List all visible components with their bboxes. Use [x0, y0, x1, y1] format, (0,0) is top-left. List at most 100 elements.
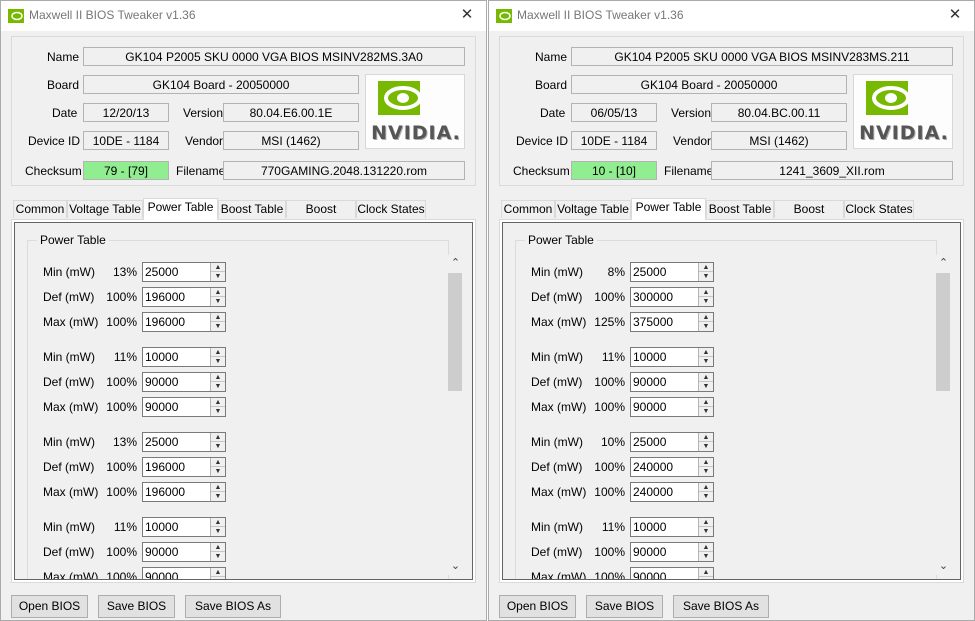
- scroll-down-icon[interactable]: ⌄: [935, 558, 952, 575]
- spin-up-icon[interactable]: ▲: [211, 433, 225, 442]
- power-value-stepper[interactable]: 90000 ▲▼: [142, 567, 226, 579]
- stepper-value[interactable]: 90000: [633, 400, 666, 414]
- power-value-stepper[interactable]: 196000 ▲ ▼: [142, 457, 226, 477]
- tab-boost-table[interactable]: Boost Table: [218, 200, 286, 218]
- scroll-up-icon[interactable]: ⌃: [935, 255, 952, 272]
- stepper-value[interactable]: 90000: [145, 375, 178, 389]
- spin-up-icon[interactable]: ▲: [211, 263, 225, 272]
- spin-down-icon[interactable]: ▼: [699, 552, 713, 561]
- tab-boost-states[interactable]: Boost States: [774, 200, 844, 233]
- close-icon[interactable]: ✕: [944, 4, 966, 26]
- spin-up-icon[interactable]: ▲: [211, 373, 225, 382]
- save-bios-button[interactable]: Save BIOS: [586, 595, 663, 618]
- spin-up-icon[interactable]: ▲: [211, 543, 225, 552]
- close-icon[interactable]: ✕: [456, 4, 478, 26]
- open-bios-button[interactable]: Open BIOS: [499, 595, 576, 618]
- power-value-stepper[interactable]: 90000 ▲▼: [142, 372, 226, 392]
- spin-up-icon[interactable]: ▲: [699, 288, 713, 297]
- stepper-value[interactable]: 90000: [145, 570, 178, 579]
- spin-up-icon[interactable]: ▲: [211, 398, 225, 407]
- power-value-stepper[interactable]: 375000 ▲ ▼: [630, 312, 714, 332]
- stepper-value[interactable]: 196000: [145, 290, 185, 304]
- spin-up-icon[interactable]: ▲: [211, 483, 225, 492]
- open-bios-button[interactable]: Open BIOS: [11, 595, 88, 618]
- spin-down-icon[interactable]: ▼: [699, 357, 713, 366]
- spin-up-icon[interactable]: ▲: [699, 568, 713, 577]
- spin-down-icon[interactable]: ▼: [699, 272, 713, 281]
- power-value-stepper[interactable]: 240000 ▲ ▼: [630, 457, 714, 477]
- save-bios-as-button[interactable]: Save BIOS As: [673, 595, 769, 618]
- power-value-stepper[interactable]: 90000 ▲▼: [630, 372, 714, 392]
- power-value-stepper[interactable]: 300000 ▲ ▼: [630, 287, 714, 307]
- power-value-stepper[interactable]: 196000 ▲ ▼: [142, 287, 226, 307]
- power-value-stepper[interactable]: 10000 ▲ ▼: [630, 347, 714, 367]
- spin-down-icon[interactable]: ▼: [211, 407, 225, 416]
- spin-down-icon[interactable]: ▼: [699, 322, 713, 331]
- stepper-value[interactable]: 300000: [633, 290, 673, 304]
- spin-down-icon[interactable]: ▼: [699, 527, 713, 536]
- stepper-value[interactable]: 196000: [145, 460, 185, 474]
- power-value-stepper[interactable]: 25000 ▲ ▼: [142, 262, 226, 282]
- stepper-value[interactable]: 90000: [633, 375, 666, 389]
- power-value-stepper[interactable]: 240000 ▲ ▼: [630, 482, 714, 502]
- stepper-value[interactable]: 10000: [145, 350, 178, 364]
- spin-down-icon[interactable]: ▼: [211, 382, 225, 391]
- power-value-stepper[interactable]: 90000 ▲▼: [142, 397, 226, 417]
- scrollbar-thumb[interactable]: [936, 273, 950, 391]
- spin-down-icon[interactable]: ▼: [211, 552, 225, 561]
- spin-down-icon[interactable]: ▼: [699, 407, 713, 416]
- title-bar[interactable]: Maxwell II BIOS Tweaker v1.36 ✕: [1, 1, 486, 31]
- tab-boost-table[interactable]: Boost Table: [706, 200, 774, 218]
- stepper-value[interactable]: 10000: [633, 520, 666, 534]
- power-value-stepper[interactable]: 25000 ▲ ▼: [630, 432, 714, 452]
- spin-up-icon[interactable]: ▲: [699, 433, 713, 442]
- scrollbar-thumb[interactable]: [448, 273, 462, 391]
- stepper-value[interactable]: 375000: [633, 315, 673, 329]
- power-value-stepper[interactable]: 90000 ▲▼: [630, 542, 714, 562]
- spin-up-icon[interactable]: ▲: [211, 288, 225, 297]
- spin-down-icon[interactable]: ▼: [699, 467, 713, 476]
- spin-down-icon[interactable]: ▼: [211, 527, 225, 536]
- spin-up-icon[interactable]: ▲: [211, 348, 225, 357]
- tab-boost-states[interactable]: Boost States: [286, 200, 356, 233]
- spin-down-icon[interactable]: ▼: [699, 577, 713, 579]
- vertical-scrollbar[interactable]: ⌃ ⌄: [935, 255, 952, 575]
- scroll-down-icon[interactable]: ⌄: [447, 558, 464, 575]
- stepper-value[interactable]: 240000: [633, 485, 673, 499]
- stepper-value[interactable]: 10000: [633, 350, 666, 364]
- spin-up-icon[interactable]: ▲: [699, 398, 713, 407]
- stepper-value[interactable]: 25000: [633, 435, 666, 449]
- power-value-stepper[interactable]: 10000 ▲ ▼: [630, 517, 714, 537]
- spin-up-icon[interactable]: ▲: [211, 568, 225, 577]
- spin-down-icon[interactable]: ▼: [699, 382, 713, 391]
- stepper-value[interactable]: 240000: [633, 460, 673, 474]
- spin-down-icon[interactable]: ▼: [699, 442, 713, 451]
- tab-clock-states[interactable]: Clock States: [844, 200, 914, 218]
- stepper-value[interactable]: 90000: [145, 545, 178, 559]
- spin-up-icon[interactable]: ▲: [699, 458, 713, 467]
- stepper-value[interactable]: 90000: [633, 545, 666, 559]
- save-bios-button[interactable]: Save BIOS: [98, 595, 175, 618]
- power-value-stepper[interactable]: 10000 ▲ ▼: [142, 517, 226, 537]
- power-value-stepper[interactable]: 90000 ▲▼: [142, 542, 226, 562]
- save-bios-as-button[interactable]: Save BIOS As: [185, 595, 281, 618]
- stepper-value[interactable]: 25000: [145, 435, 178, 449]
- spin-up-icon[interactable]: ▲: [211, 518, 225, 527]
- scroll-up-icon[interactable]: ⌃: [447, 255, 464, 272]
- spin-down-icon[interactable]: ▼: [699, 492, 713, 501]
- spin-down-icon[interactable]: ▼: [211, 492, 225, 501]
- spin-up-icon[interactable]: ▲: [211, 458, 225, 467]
- power-value-stepper[interactable]: 196000 ▲ ▼: [142, 312, 226, 332]
- power-value-stepper[interactable]: 25000 ▲ ▼: [630, 262, 714, 282]
- spin-down-icon[interactable]: ▼: [211, 322, 225, 331]
- spin-down-icon[interactable]: ▼: [211, 297, 225, 306]
- tab-clock-states[interactable]: Clock States: [356, 200, 426, 218]
- spin-up-icon[interactable]: ▲: [699, 313, 713, 322]
- spin-down-icon[interactable]: ▼: [699, 297, 713, 306]
- stepper-value[interactable]: 10000: [145, 520, 178, 534]
- spin-up-icon[interactable]: ▲: [699, 373, 713, 382]
- spin-down-icon[interactable]: ▼: [211, 467, 225, 476]
- tab-voltage-table[interactable]: Voltage Table: [555, 200, 631, 218]
- spin-down-icon[interactable]: ▼: [211, 577, 225, 579]
- spin-up-icon[interactable]: ▲: [699, 543, 713, 552]
